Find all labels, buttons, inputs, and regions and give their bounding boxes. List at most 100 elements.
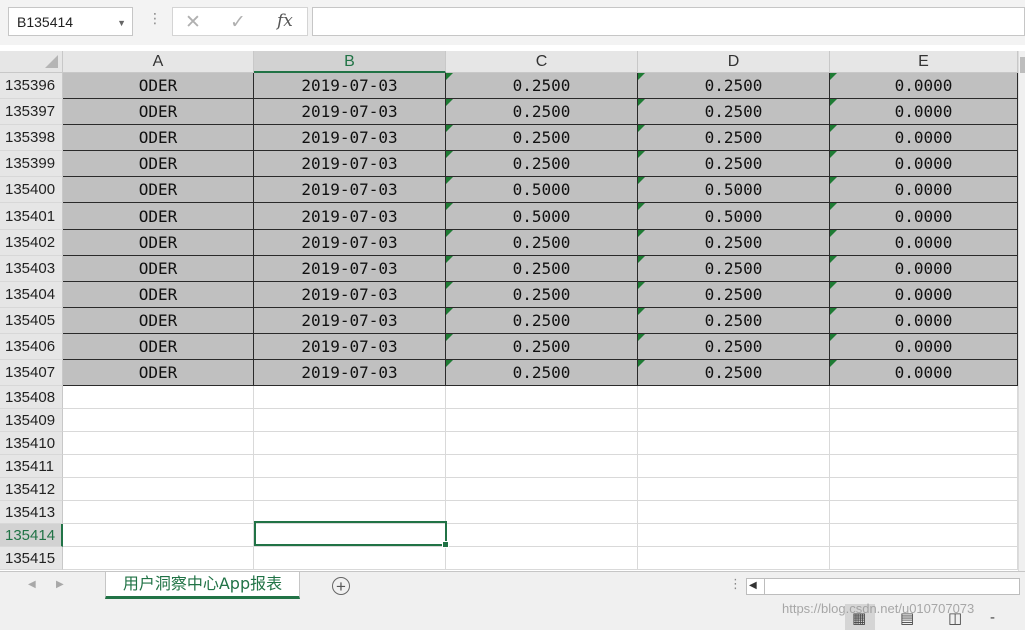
cancel-icon[interactable]: ✕ xyxy=(185,11,201,34)
cell-d-135398[interactable]: 0.2500 xyxy=(638,125,830,151)
next-sheet-icon[interactable]: ▶ xyxy=(56,579,64,590)
drag-handle-icon[interactable]: ⋮ xyxy=(148,11,162,25)
cell-e-135415[interactable] xyxy=(830,547,1018,570)
cell-d-135397[interactable]: 0.2500 xyxy=(638,99,830,125)
cell-d-135415[interactable] xyxy=(638,547,830,570)
cell-b-135407[interactable]: 2019-07-03 xyxy=(254,360,446,386)
cell-a-135404[interactable]: ODER xyxy=(63,282,254,308)
cell-a-135399[interactable]: ODER xyxy=(63,151,254,177)
cell-c-135410[interactable] xyxy=(446,432,638,455)
cell-a-135402[interactable]: ODER xyxy=(63,230,254,256)
cell-d-135408[interactable] xyxy=(638,386,830,409)
row-header[interactable]: 135415 xyxy=(0,547,63,570)
cell-c-135412[interactable] xyxy=(446,478,638,501)
cell-a-135397[interactable]: ODER xyxy=(63,99,254,125)
cell-d-135401[interactable]: 0.5000 xyxy=(638,203,830,230)
cell-e-135411[interactable] xyxy=(830,455,1018,478)
cell-b-135401[interactable]: 2019-07-03 xyxy=(254,203,446,230)
row-header[interactable]: 135399 xyxy=(0,151,63,177)
cell-a-135408[interactable] xyxy=(63,386,254,409)
cell-b-135410[interactable] xyxy=(254,432,446,455)
cell-e-135402[interactable]: 0.0000 xyxy=(830,230,1018,256)
cell-c-135407[interactable]: 0.2500 xyxy=(446,360,638,386)
cell-c-135413[interactable] xyxy=(446,501,638,524)
row-header[interactable]: 135406 xyxy=(0,334,63,360)
cell-b-135399[interactable]: 2019-07-03 xyxy=(254,151,446,177)
cell-e-135405[interactable]: 0.0000 xyxy=(830,308,1018,334)
row-header[interactable]: 135410 xyxy=(0,432,63,455)
name-box[interactable]: B135414 ▼ xyxy=(8,7,133,36)
chevron-down-icon[interactable]: ▼ xyxy=(117,18,126,28)
cell-c-135398[interactable]: 0.2500 xyxy=(446,125,638,151)
row-header[interactable]: 135402 xyxy=(0,230,63,256)
cell-e-135410[interactable] xyxy=(830,432,1018,455)
row-header[interactable]: 135412 xyxy=(0,478,63,501)
row-header[interactable]: 135411 xyxy=(0,455,63,478)
insert-function-icon[interactable]: fx xyxy=(277,11,293,31)
cell-d-135414[interactable] xyxy=(638,524,830,547)
zoom-out-button[interactable]: - xyxy=(983,604,1013,630)
cell-e-135404[interactable]: 0.0000 xyxy=(830,282,1018,308)
cell-d-135402[interactable]: 0.2500 xyxy=(638,230,830,256)
column-header-d[interactable]: D xyxy=(638,51,830,73)
cell-e-135396[interactable]: 0.0000 xyxy=(830,73,1018,99)
cell-c-135405[interactable]: 0.2500 xyxy=(446,308,638,334)
cell-d-135396[interactable]: 0.2500 xyxy=(638,73,830,99)
cell-c-135414[interactable] xyxy=(446,524,638,547)
cell-b-135405[interactable]: 2019-07-03 xyxy=(254,308,446,334)
cell-a-135407[interactable]: ODER xyxy=(63,360,254,386)
row-header[interactable]: 135401 xyxy=(0,203,63,230)
cell-a-135414[interactable] xyxy=(63,524,254,547)
row-header[interactable]: 135405 xyxy=(0,308,63,334)
cell-b-135412[interactable] xyxy=(254,478,446,501)
cell-a-135400[interactable]: ODER xyxy=(63,177,254,203)
cell-e-135398[interactable]: 0.0000 xyxy=(830,125,1018,151)
column-header-c[interactable]: C xyxy=(446,51,638,73)
column-header-b[interactable]: B xyxy=(254,51,446,73)
cell-e-135399[interactable]: 0.0000 xyxy=(830,151,1018,177)
scroll-left-icon[interactable]: ◀ xyxy=(749,580,757,591)
cell-a-135411[interactable] xyxy=(63,455,254,478)
row-header[interactable]: 135398 xyxy=(0,125,63,151)
cell-a-135413[interactable] xyxy=(63,501,254,524)
cell-b-135415[interactable] xyxy=(254,547,446,570)
cell-d-135406[interactable]: 0.2500 xyxy=(638,334,830,360)
select-all-button[interactable] xyxy=(0,51,63,73)
cell-a-135409[interactable] xyxy=(63,409,254,432)
horizontal-scrollbar[interactable]: ◀ xyxy=(746,578,1020,595)
cell-c-135396[interactable]: 0.2500 xyxy=(446,73,638,99)
cell-b-135406[interactable]: 2019-07-03 xyxy=(254,334,446,360)
cell-c-135415[interactable] xyxy=(446,547,638,570)
cell-e-135413[interactable] xyxy=(830,501,1018,524)
cell-c-135401[interactable]: 0.5000 xyxy=(446,203,638,230)
cell-c-135400[interactable]: 0.5000 xyxy=(446,177,638,203)
row-header[interactable]: 135396 xyxy=(0,73,63,99)
cell-e-135409[interactable] xyxy=(830,409,1018,432)
cell-a-135405[interactable]: ODER xyxy=(63,308,254,334)
row-header[interactable]: 135413 xyxy=(0,501,63,524)
row-header[interactable]: 135403 xyxy=(0,256,63,282)
cell-a-135406[interactable]: ODER xyxy=(63,334,254,360)
cell-d-135410[interactable] xyxy=(638,432,830,455)
row-header[interactable]: 135397 xyxy=(0,99,63,125)
cell-d-135399[interactable]: 0.2500 xyxy=(638,151,830,177)
cell-b-135396[interactable]: 2019-07-03 xyxy=(254,73,446,99)
cell-a-135412[interactable] xyxy=(63,478,254,501)
row-header[interactable]: 135407 xyxy=(0,360,63,386)
cell-d-135413[interactable] xyxy=(638,501,830,524)
active-cell-selection[interactable] xyxy=(254,521,449,548)
row-header[interactable]: 135409 xyxy=(0,409,63,432)
cell-e-135397[interactable]: 0.0000 xyxy=(830,99,1018,125)
cell-b-135404[interactable]: 2019-07-03 xyxy=(254,282,446,308)
cell-d-135400[interactable]: 0.5000 xyxy=(638,177,830,203)
cell-d-135403[interactable]: 0.2500 xyxy=(638,256,830,282)
cell-a-135398[interactable]: ODER xyxy=(63,125,254,151)
cell-e-135401[interactable]: 0.0000 xyxy=(830,203,1018,230)
cell-c-135399[interactable]: 0.2500 xyxy=(446,151,638,177)
prev-sheet-icon[interactable]: ◀ xyxy=(28,579,36,590)
row-header[interactable]: 135404 xyxy=(0,282,63,308)
cell-e-135406[interactable]: 0.0000 xyxy=(830,334,1018,360)
cell-c-135411[interactable] xyxy=(446,455,638,478)
sheet-tab-active[interactable]: 用户洞察中心App报表 xyxy=(105,572,300,599)
cell-a-135396[interactable]: ODER xyxy=(63,73,254,99)
